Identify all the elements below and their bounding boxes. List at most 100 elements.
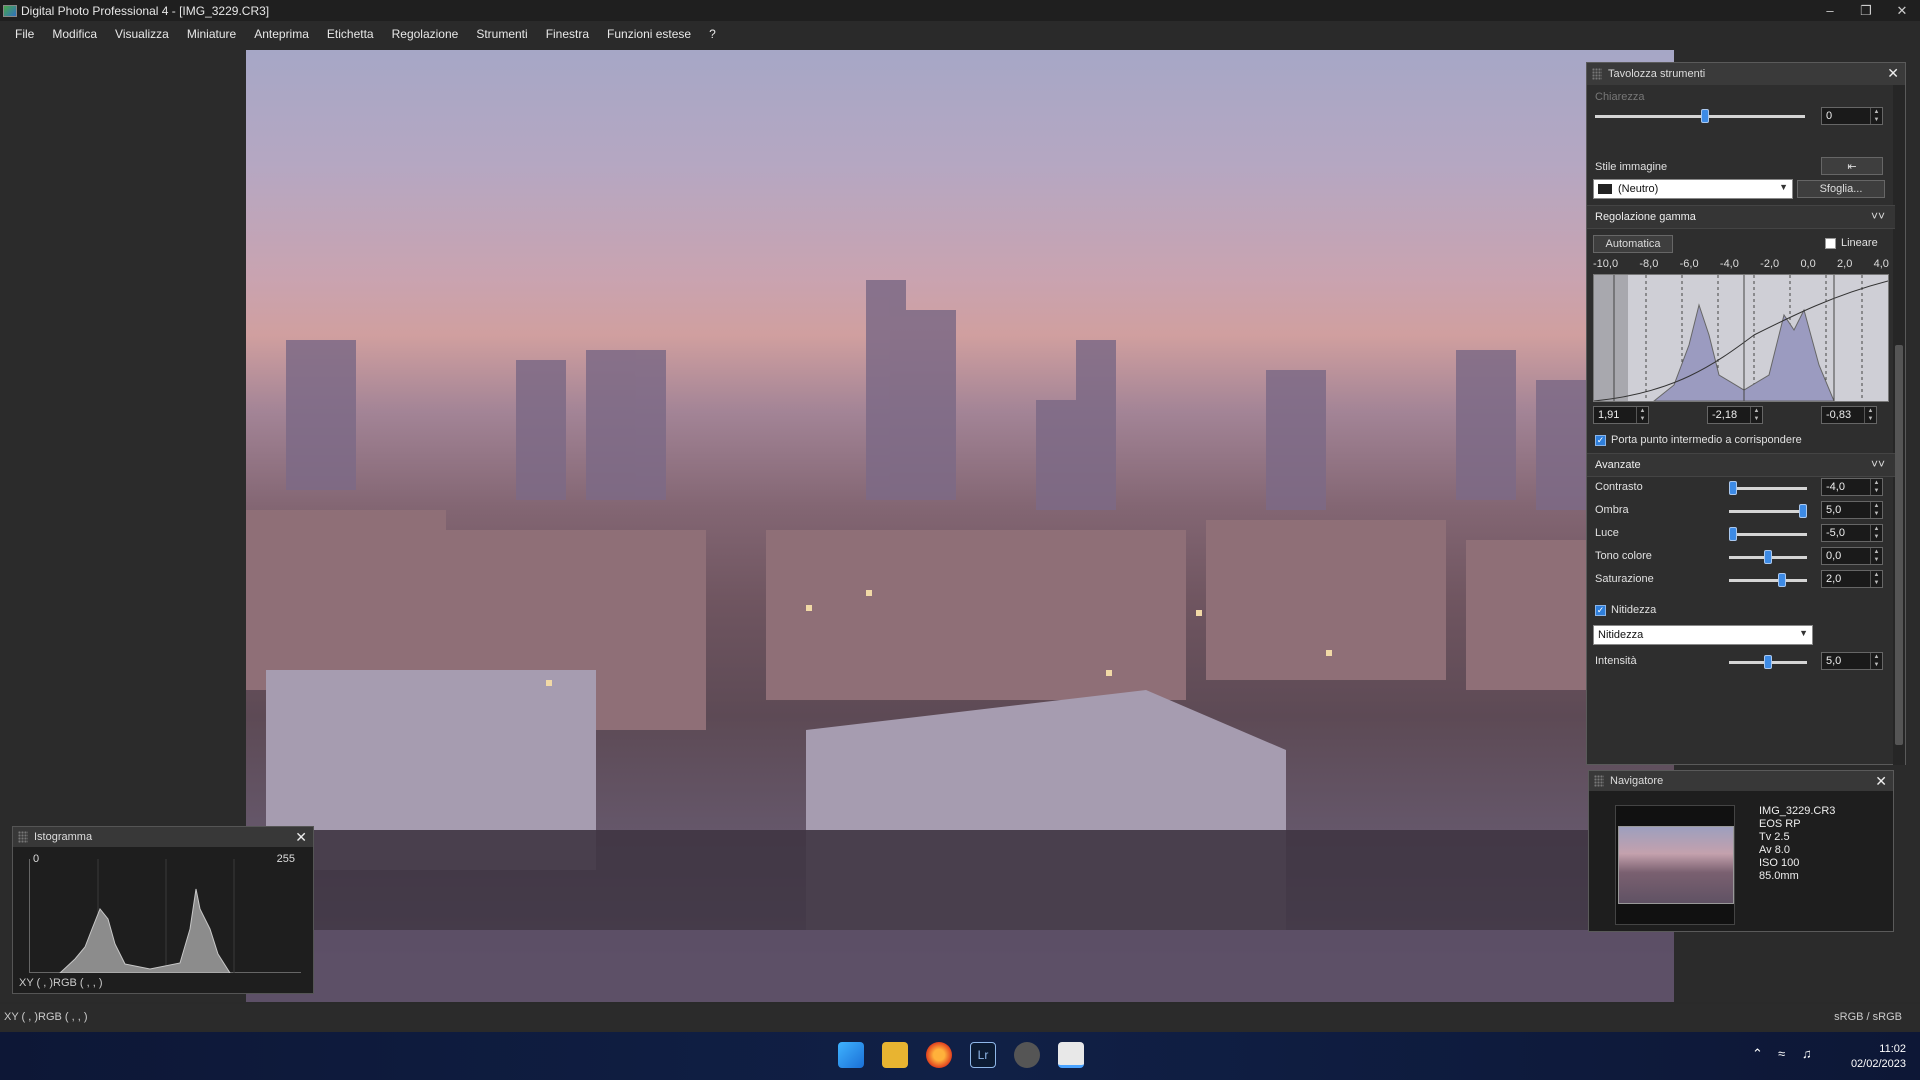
- lightroom-icon[interactable]: Lr: [970, 1042, 996, 1068]
- gamma-mid-value[interactable]: -2,18 ▲ ▼: [1707, 406, 1763, 424]
- grip-icon[interactable]: [1594, 775, 1604, 787]
- advanced-slider-thumb[interactable]: [1729, 527, 1737, 541]
- close-icon[interactable]: ✕: [1887, 65, 1899, 82]
- advanced-slider-value[interactable]: 0,0 ▲ ▼: [1821, 547, 1883, 565]
- advanced-slider[interactable]: [1729, 573, 1807, 587]
- picture-style-dropdown[interactable]: (Neutro) ▼: [1593, 179, 1793, 199]
- nav-camera: EOS RP: [1759, 818, 1801, 830]
- clock[interactable]: 11:02 02/02/2023: [1851, 1042, 1906, 1072]
- advanced-slider[interactable]: [1729, 481, 1807, 495]
- navigator-thumbnail-frame[interactable]: [1615, 805, 1735, 925]
- menu-funzioni-estese[interactable]: Funzioni estese: [598, 24, 700, 46]
- spin-icon[interactable]: ▲ ▼: [1870, 548, 1882, 564]
- menu-help[interactable]: ?: [700, 24, 725, 46]
- windows-start-icon[interactable]: [838, 1042, 864, 1068]
- advanced-slider-label: Luce: [1595, 527, 1619, 539]
- spin-icon[interactable]: ▲ ▼: [1870, 571, 1882, 587]
- intensity-label: Intensità: [1595, 655, 1637, 667]
- intensity-value[interactable]: 5,0 ▲ ▼: [1821, 652, 1883, 670]
- menu-miniature[interactable]: Miniature: [178, 24, 245, 46]
- clarity-value-text: 0: [1826, 110, 1833, 122]
- advanced-slider-thumb[interactable]: [1799, 504, 1807, 518]
- advanced-slider[interactable]: [1729, 504, 1807, 518]
- app-icon: [3, 4, 17, 17]
- advanced-slider-thumb[interactable]: [1729, 481, 1737, 495]
- dpp-icon[interactable]: [1058, 1042, 1084, 1068]
- menu-finestra[interactable]: Finestra: [537, 24, 598, 46]
- gamma-tick: -10,0: [1593, 258, 1619, 270]
- image-preview[interactable]: [246, 50, 1674, 1002]
- linear-checkbox[interactable]: [1825, 238, 1836, 249]
- gamma-right-value-text: -0,83: [1826, 409, 1852, 421]
- chevron-double-down-icon[interactable]: ˅˅: [1871, 457, 1885, 471]
- spin-icon[interactable]: ▲ ▼: [1870, 653, 1882, 669]
- restore-icon[interactable]: ❐: [1848, 0, 1884, 21]
- gamma-tick: -4,0: [1719, 258, 1739, 270]
- menu-regolazione[interactable]: Regolazione: [383, 24, 468, 46]
- gamma-section-header[interactable]: Regolazione gamma ˅˅: [1587, 205, 1895, 229]
- grip-icon[interactable]: [18, 831, 28, 843]
- advanced-section-label: Avanzate: [1595, 459, 1641, 471]
- menu-strumenti[interactable]: Strumenti: [467, 24, 536, 46]
- advanced-slider-thumb[interactable]: [1778, 573, 1786, 587]
- spin-icon[interactable]: ▲ ▼: [1636, 407, 1648, 423]
- intensity-slider-thumb[interactable]: [1764, 655, 1772, 669]
- close-icon[interactable]: ✕: [295, 829, 307, 846]
- advanced-section-header[interactable]: Avanzate ˅˅: [1587, 453, 1895, 477]
- app-icon[interactable]: [1014, 1042, 1040, 1068]
- tool-palette-scrollbar[interactable]: [1893, 85, 1905, 765]
- clarity-slider[interactable]: [1595, 109, 1805, 123]
- spin-icon[interactable]: ▲ ▼: [1870, 502, 1882, 518]
- advanced-slider-label: Contrasto: [1595, 481, 1643, 493]
- advanced-slider-value[interactable]: -5,0 ▲ ▼: [1821, 524, 1883, 542]
- advanced-slider-value[interactable]: 5,0 ▲ ▼: [1821, 501, 1883, 519]
- menu-visualizza[interactable]: Visualizza: [106, 24, 178, 46]
- gamma-curve-graph[interactable]: [1593, 274, 1889, 402]
- menu-modifica[interactable]: Modifica: [43, 24, 106, 46]
- chevron-down-icon: ▼: [1799, 628, 1808, 638]
- gamma-left-value-text: 1,91: [1598, 409, 1620, 421]
- title-bar: Digital Photo Professional 4 - [IMG_3229…: [0, 0, 1920, 21]
- advanced-slider[interactable]: [1729, 550, 1807, 564]
- advanced-slider-value[interactable]: -4,0 ▲ ▼: [1821, 478, 1883, 496]
- advanced-slider-value[interactable]: 2,0 ▲ ▼: [1821, 570, 1883, 588]
- firefox-icon[interactable]: [926, 1042, 952, 1068]
- gamma-left-value[interactable]: 1,91 ▲ ▼: [1593, 406, 1649, 424]
- spin-icon[interactable]: ▲ ▼: [1870, 108, 1882, 124]
- grip-icon[interactable]: [1592, 68, 1602, 80]
- intensity-slider[interactable]: [1729, 655, 1807, 669]
- chevron-up-icon[interactable]: ⌃: [1752, 1046, 1763, 1062]
- spin-icon[interactable]: ▲ ▼: [1870, 479, 1882, 495]
- wifi-icon[interactable]: ≈: [1778, 1046, 1785, 1061]
- advanced-slider[interactable]: [1729, 527, 1807, 541]
- nav-filename: IMG_3229.CR3: [1759, 805, 1836, 817]
- histogram-header[interactable]: Istogramma ✕: [13, 827, 313, 847]
- sharpness-checkbox[interactable]: ✓: [1595, 605, 1606, 616]
- spin-icon[interactable]: ▲ ▼: [1864, 407, 1876, 423]
- minimize-icon[interactable]: –: [1812, 0, 1848, 21]
- photo-cityscape: [246, 280, 1674, 1002]
- sharpness-mode-dropdown[interactable]: Nitidezza ▼: [1593, 625, 1813, 645]
- scrollbar-thumb[interactable]: [1895, 345, 1903, 745]
- reset-icon[interactable]: ⇤: [1821, 157, 1883, 175]
- volume-icon[interactable]: ♫: [1802, 1046, 1812, 1061]
- spin-icon[interactable]: ▲ ▼: [1750, 407, 1762, 423]
- auto-gamma-button[interactable]: Automatica: [1593, 235, 1673, 253]
- gamma-right-value[interactable]: -0,83 ▲ ▼: [1821, 406, 1877, 424]
- tool-palette-header[interactable]: Tavolozza strumenti ✕: [1587, 63, 1905, 85]
- spin-icon[interactable]: ▲ ▼: [1870, 525, 1882, 541]
- link-midpoint-checkbox[interactable]: ✓: [1595, 435, 1606, 446]
- close-icon[interactable]: ✕: [1884, 0, 1920, 21]
- menu-anteprima[interactable]: Anteprima: [245, 24, 318, 46]
- file-explorer-icon[interactable]: [882, 1042, 908, 1068]
- chevron-double-down-icon[interactable]: ˅˅: [1871, 209, 1885, 223]
- menu-file[interactable]: File: [0, 24, 43, 46]
- browse-button[interactable]: Sfoglia...: [1797, 180, 1885, 198]
- clarity-slider-thumb[interactable]: [1701, 109, 1709, 123]
- close-icon[interactable]: ✕: [1875, 773, 1887, 790]
- clarity-value[interactable]: 0 ▲ ▼: [1821, 107, 1883, 125]
- navigator-thumbnail[interactable]: [1618, 826, 1734, 904]
- menu-etichetta[interactable]: Etichetta: [318, 24, 383, 46]
- navigator-header[interactable]: Navigatore ✕: [1589, 771, 1893, 791]
- advanced-slider-thumb[interactable]: [1764, 550, 1772, 564]
